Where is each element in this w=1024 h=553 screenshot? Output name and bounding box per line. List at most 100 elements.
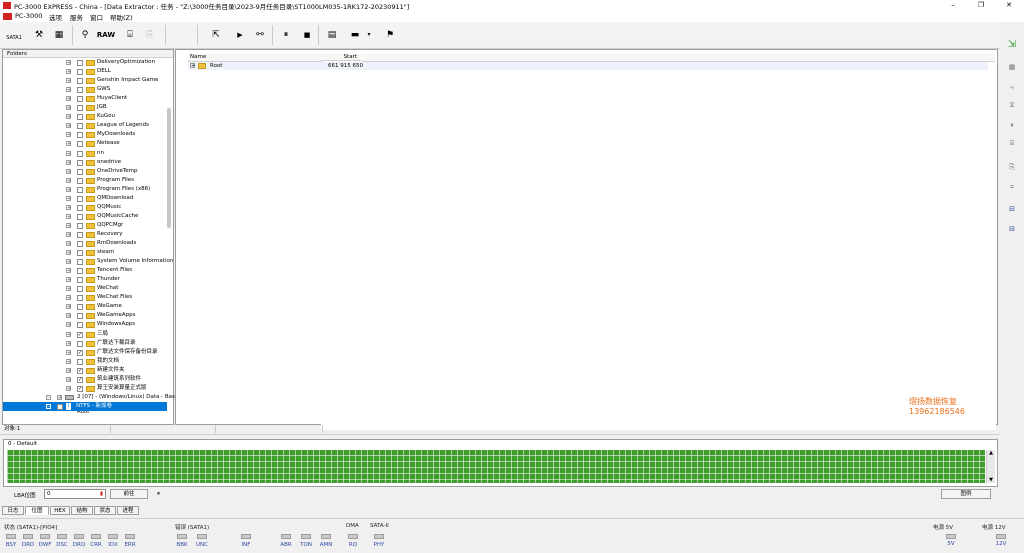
minimize-button[interactable]: – (939, 0, 967, 11)
expand-icon[interactable]: + (66, 286, 71, 292)
copy-disabled-icon[interactable]: ⎘ (140, 26, 160, 44)
folder-row[interactable]: + Thunder (3, 275, 167, 284)
folder-checkbox[interactable] (77, 222, 83, 229)
image-view-icon[interactable]: ▬ (346, 26, 364, 44)
folder-checkbox[interactable] (77, 322, 83, 329)
expand-icon[interactable]: + (66, 241, 71, 247)
expand-icon[interactable]: + (66, 177, 71, 183)
folder-row[interactable]: + Genshin Impact Game (3, 76, 167, 85)
expand-icon[interactable]: + (66, 186, 71, 192)
copy-small-icon[interactable]: ⎘ (1005, 160, 1019, 174)
folder-row[interactable]: + steam (3, 248, 167, 257)
collapse-icon[interactable]: – (46, 403, 51, 409)
tab-bitmap[interactable]: 位图 (25, 506, 49, 515)
folder-row[interactable]: + HuyaClient (3, 94, 167, 103)
branch-icon[interactable]: ⤷ (1005, 80, 1019, 94)
expand-icon[interactable]: + (66, 367, 71, 373)
folder-row[interactable]: + QQPCMgr (3, 221, 167, 230)
document-icon[interactable]: ▤ (322, 26, 342, 44)
expand-icon[interactable]: + (66, 340, 71, 346)
menu-pc3000[interactable]: PC-3000 (15, 12, 42, 20)
folder-row[interactable]: + QQMusic (3, 203, 167, 212)
expand-icon[interactable]: + (66, 96, 71, 102)
expand-icon[interactable]: + (66, 304, 71, 310)
root-row[interactable]: + Root 661 915 650 (188, 62, 988, 70)
grid-icon[interactable]: ▦ (1005, 60, 1019, 74)
folder-row[interactable]: + Recovery (3, 230, 167, 239)
expand-icon[interactable]: + (66, 331, 71, 337)
folder-row[interactable]: + System Volume Information (3, 257, 173, 266)
folder-row[interactable]: + onedrive (3, 158, 167, 167)
folder-checkbox[interactable] (77, 204, 83, 211)
folder-checkbox[interactable] (77, 69, 83, 76)
expand-icon[interactable]: + (66, 123, 71, 129)
expand-icon[interactable]: + (66, 231, 71, 237)
column-start[interactable]: Start (321, 54, 361, 61)
collapse-icon[interactable]: – (46, 394, 51, 400)
chip-icon[interactable]: ⌗ (1005, 180, 1019, 194)
folder-row[interactable]: + 广联达下载目录 (3, 339, 167, 348)
folder-checkbox[interactable] (77, 114, 83, 121)
folder-row[interactable]: + QMDownload (3, 194, 167, 203)
folder-checkbox[interactable] (77, 259, 83, 266)
play-icon[interactable]: ▶ (230, 26, 250, 44)
column-name[interactable]: Name (188, 54, 322, 62)
expand-icon[interactable]: + (66, 213, 71, 219)
folder-row[interactable]: + Netease (3, 139, 167, 148)
folder-checkbox[interactable] (77, 168, 83, 175)
tab-hex[interactable]: HEX (50, 506, 70, 515)
tab-process[interactable]: 进程 (117, 506, 139, 515)
calendar-icon[interactable]: ▦ (49, 26, 69, 44)
folder-row[interactable]: + KuGou (3, 112, 167, 121)
folder-row[interactable]: + OneDriveTemp (3, 167, 167, 176)
tab-log[interactable]: 日志 (2, 506, 24, 515)
sata-button[interactable]: SATA1 (3, 26, 25, 44)
network-icon[interactable]: ⚯ (250, 26, 270, 44)
folder-row[interactable]: + WeChat Files (3, 293, 167, 302)
selected-volume-row[interactable]: – i NTFS - 新加卷 (3, 401, 167, 411)
pause-map-button[interactable]: ⏸ (157, 490, 160, 498)
folder-row[interactable]: + WeGameApps (3, 311, 167, 320)
walk-icon[interactable]: ⚑ (380, 26, 400, 44)
volume-checkbox[interactable] (57, 403, 63, 410)
folder-checkbox[interactable] (77, 141, 83, 148)
folder-checkbox[interactable] (77, 60, 83, 66)
folder-checkbox[interactable] (77, 186, 83, 193)
folder-checkbox[interactable] (77, 358, 83, 365)
folder-checkbox[interactable] (77, 177, 83, 184)
close-button[interactable]: ✕ (995, 0, 1023, 11)
folder-checkbox[interactable] (77, 159, 83, 166)
expand-icon[interactable]: + (66, 105, 71, 111)
folder-checkbox[interactable] (77, 213, 83, 220)
clear-icon[interactable]: ▮ (100, 490, 103, 498)
expand-icon[interactable]: + (66, 132, 71, 138)
folder-checkbox[interactable] (77, 277, 83, 284)
drive-small-icon[interactable]: ⌸ (1005, 136, 1019, 150)
folder-checkbox[interactable] (77, 231, 83, 238)
legend-button[interactable]: 图例 (941, 489, 991, 499)
chevron-down-icon[interactable]: ▾ (364, 26, 374, 44)
folder-checkbox[interactable]: ✓ (77, 376, 83, 383)
filter-icon[interactable]: ⧖ (1005, 98, 1019, 112)
expand-icon[interactable]: + (66, 250, 71, 256)
folder-checkbox[interactable] (77, 313, 83, 320)
expand-icon[interactable]: + (66, 87, 71, 93)
expand-icon[interactable]: + (66, 385, 71, 391)
folder-row[interactable]: + WeGame (3, 302, 167, 311)
folder-checkbox[interactable] (77, 150, 83, 157)
folder-row[interactable]: + League of Legends (3, 121, 167, 130)
folder-row[interactable]: + DeliveryOptimization (3, 58, 167, 67)
folder-row[interactable]: + Program Files (x86) (3, 185, 167, 194)
expand-icon[interactable]: + (66, 141, 71, 147)
folder-row[interactable]: + ✓ 筑业建筑系列软件 (3, 375, 167, 384)
expand-icon[interactable]: + (57, 394, 62, 400)
hd0-icon[interactable]: ⊟ (1005, 202, 1019, 216)
folder-row[interactable]: + ✓ 广联达文件保存备份目录 (3, 348, 167, 357)
partial-root-row[interactable]: Root (3, 411, 167, 415)
map-scrollbar[interactable]: ▲ ▼ (986, 450, 995, 483)
folder-row[interactable]: + WindowsApps (3, 320, 167, 329)
folder-checkbox[interactable] (77, 304, 83, 311)
pause-icon[interactable]: ⏸ (276, 26, 296, 44)
folder-row[interactable]: + ✓ 三局 (3, 330, 167, 339)
menu-service[interactable]: 服务 (70, 12, 83, 22)
